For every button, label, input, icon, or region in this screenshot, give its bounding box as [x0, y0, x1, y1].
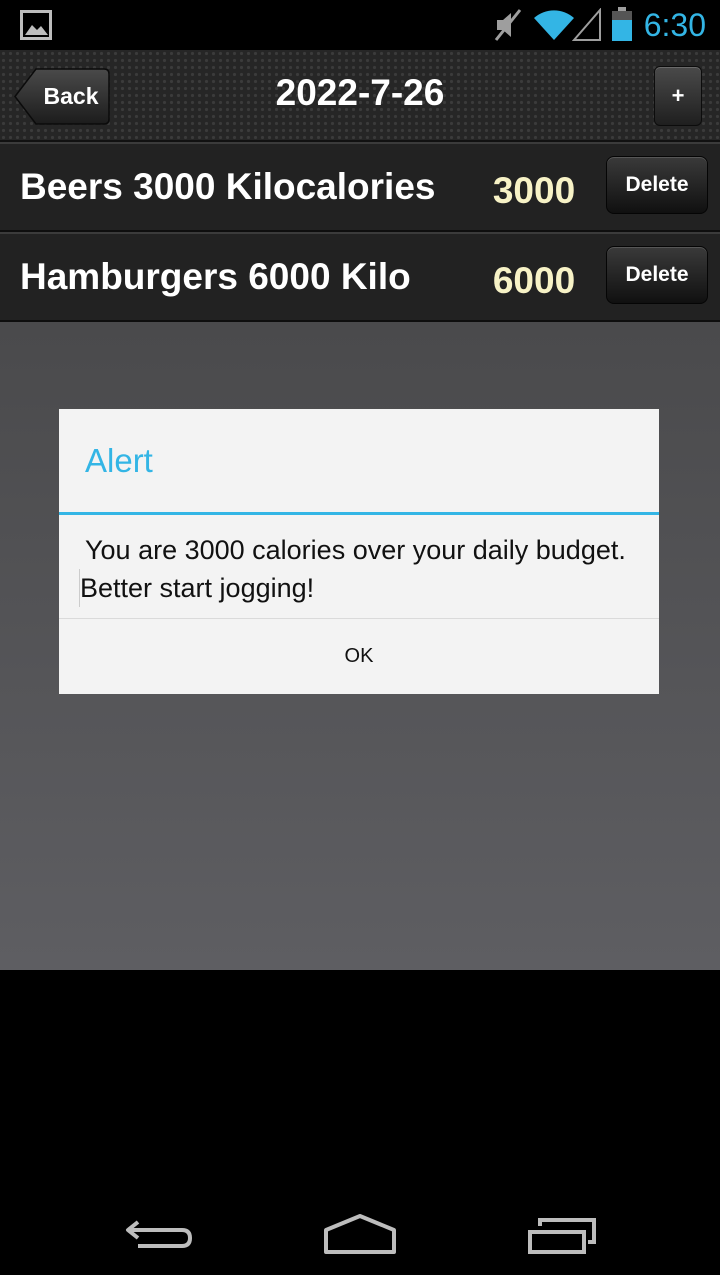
back-nav-icon[interactable] — [124, 1216, 196, 1256]
delete-button[interactable]: Delete — [606, 246, 708, 304]
dialog-title: Alert — [85, 442, 153, 479]
list-item: Hamburgers 6000 Kilo 6000 Delete — [0, 232, 720, 322]
dialog-message: You are 3000 calories over your daily bu… — [79, 531, 659, 607]
ok-button[interactable]: OK — [59, 619, 659, 694]
back-button-label: Back — [43, 83, 99, 109]
navigation-bar — [0, 1190, 720, 1275]
mute-icon — [494, 9, 522, 41]
dialog-title-divider — [59, 512, 659, 515]
battery-icon — [612, 7, 632, 41]
signal-icon — [572, 8, 601, 41]
entry-name: Hamburgers 6000 Kilo — [20, 256, 411, 297]
wifi-icon — [534, 10, 574, 40]
entry-value: 6000 — [492, 260, 576, 301]
dialog-message-line: You are 3000 calories over your daily bu… — [85, 535, 626, 565]
home-nav-icon[interactable] — [322, 1212, 398, 1256]
entry-value: 3000 — [492, 170, 576, 211]
add-entry-button[interactable]: + — [654, 66, 702, 126]
status-bar: 6:30 — [0, 0, 720, 50]
alert-dialog: Alert You are 3000 calories over your da… — [59, 409, 659, 694]
entry-name: Beers 3000 Kilocalories — [20, 166, 436, 207]
image-notification-icon — [20, 10, 52, 40]
delete-button[interactable]: Delete — [606, 156, 708, 214]
back-button[interactable]: Back — [14, 68, 110, 125]
dialog-message-line: Better start jogging! — [79, 569, 659, 607]
page-title: 2022-7-26 — [275, 72, 445, 113]
recents-nav-icon[interactable] — [524, 1216, 600, 1256]
list-item: Beers 3000 Kilocalories 3000 Delete — [0, 142, 720, 232]
status-time: 6:30 — [643, 7, 706, 43]
